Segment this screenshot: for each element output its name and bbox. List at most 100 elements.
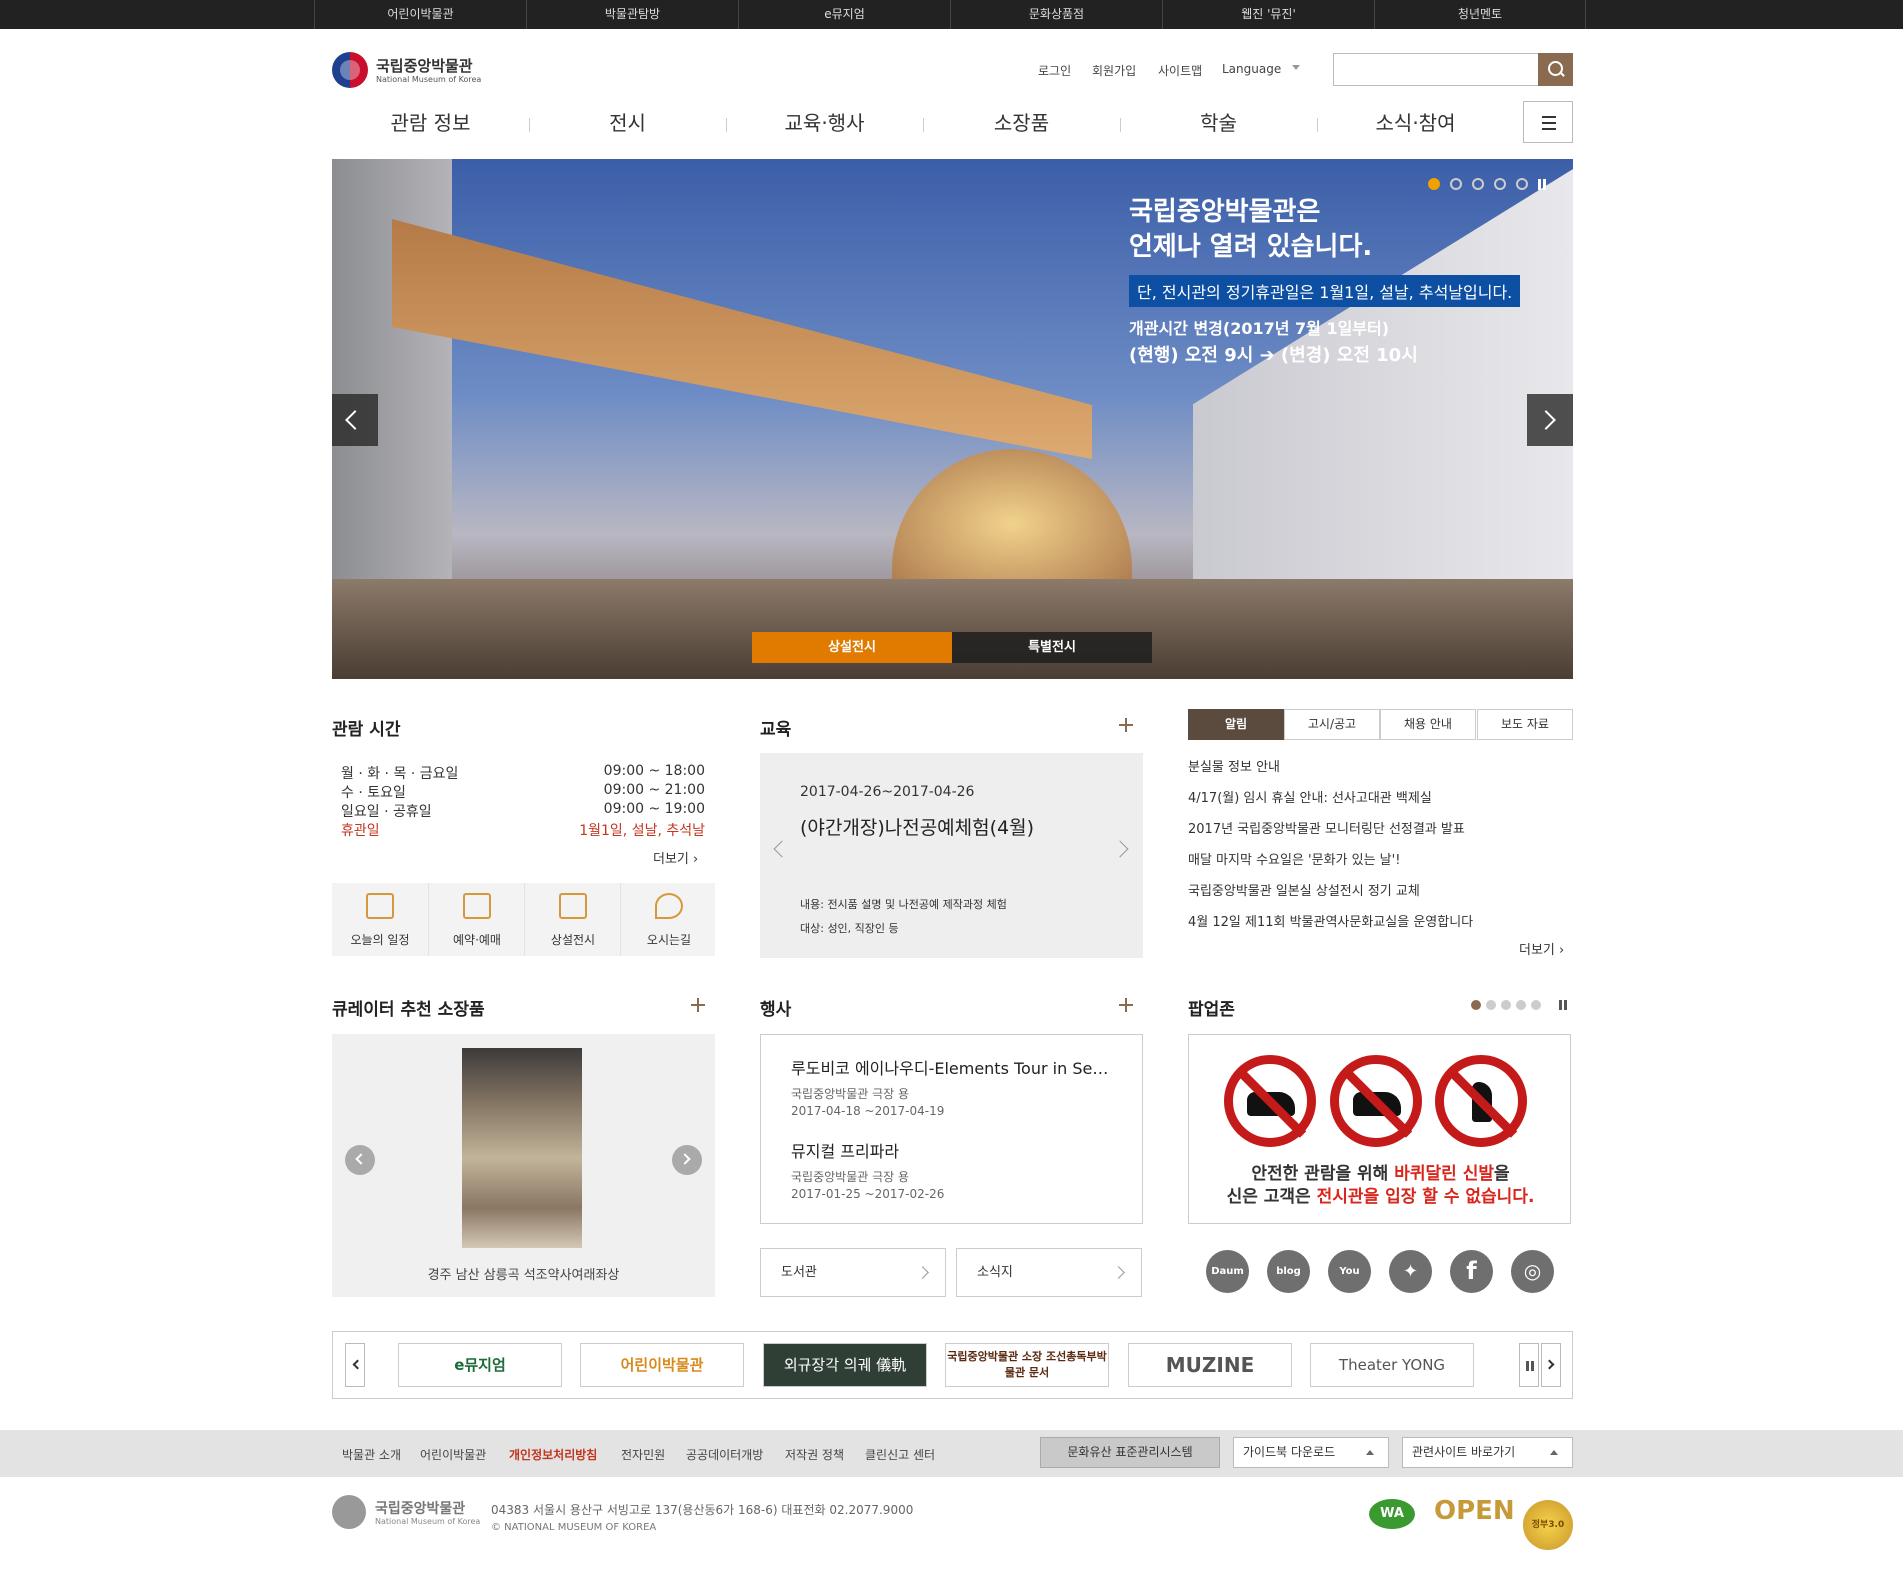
popup-dot[interactable] (1501, 1000, 1511, 1010)
skate-shape (1353, 1092, 1401, 1116)
quick-directions[interactable]: 오시는길 (620, 883, 716, 956)
link-label: 소식지 (977, 1265, 1013, 1280)
instagram-icon[interactable]: ◎ (1511, 1250, 1554, 1293)
events-more-icon[interactable] (1119, 998, 1133, 1012)
nav-visit-info[interactable]: 관람 정보 (332, 101, 529, 145)
notice-item[interactable]: 매달 마지막 수요일은 '문화가 있는 날'! (1188, 849, 1573, 880)
notice-item[interactable]: 4/17(월) 임시 휴실 안내: 선사고대관 백제실 (1188, 787, 1573, 818)
banner-muzine[interactable]: MUZINE (1128, 1343, 1292, 1387)
footer-link-about[interactable]: 박물관 소개 (342, 1446, 401, 1463)
tab-notice[interactable]: 알림 (1188, 709, 1284, 740)
nav-collection[interactable]: 소장품 (923, 101, 1120, 145)
daum-blog-icon[interactable]: Daum (1206, 1250, 1249, 1293)
slide-dot[interactable] (1516, 178, 1528, 190)
quick-today-schedule[interactable]: 오늘의 일정 (332, 883, 428, 956)
heritage-system-button[interactable]: 문화유산 표준관리시스템 (1040, 1437, 1220, 1468)
notice-more-link[interactable]: 더보기 › (1519, 939, 1564, 958)
footer-link-clean-report[interactable]: 클린신고 센터 (865, 1446, 935, 1463)
banner-government-documents[interactable]: 국립중앙박물관 소장 조선총독부박물관 문서 (945, 1343, 1109, 1387)
login-link[interactable]: 로그인 (1038, 62, 1071, 79)
footer-link-copyright[interactable]: 저작권 정책 (785, 1446, 844, 1463)
banner-theater-yong[interactable]: Theater YONG (1310, 1343, 1474, 1387)
footer-logo-subtitle: National Museum of Korea (375, 1517, 481, 1526)
curator-next-button[interactable] (672, 1145, 702, 1175)
event-name: 루도비코 에이나우디-Elements Tour in Se… (791, 1059, 1109, 1078)
tab-recruitment[interactable]: 채용 안내 (1380, 709, 1476, 740)
chevron-down-icon (1292, 65, 1300, 70)
naver-blog-icon[interactable]: blog (1267, 1250, 1310, 1293)
hero-prev-button[interactable] (332, 394, 378, 446)
event-item[interactable]: 루도비코 에이나우디-Elements Tour in Se… 국립중앙박물관 … (791, 1055, 1121, 1118)
notice-item[interactable]: 분실물 정보 안내 (1188, 756, 1573, 787)
signup-link[interactable]: 회원가입 (1092, 62, 1136, 79)
notice-item[interactable]: 국립중앙박물관 일본실 상설전시 정기 교체 (1188, 880, 1573, 911)
facebook-icon[interactable]: f (1450, 1250, 1493, 1293)
topbar-link-museum-tour[interactable]: 박물관탐방 (526, 0, 738, 29)
chevron-right-icon[interactable] (1111, 840, 1129, 858)
education-card[interactable]: 2017-04-26~2017-04-26 (야간개장)나전공예체험(4월) 내… (760, 753, 1143, 958)
slide-dot[interactable] (1472, 178, 1484, 190)
search-input[interactable] (1333, 53, 1539, 86)
event-item[interactable]: 뮤지컬 프리파라 국립중앙박물관 극장 용 2017-01-25 ~2017-0… (791, 1138, 1121, 1201)
banner-emuseum[interactable]: e뮤지엄 (398, 1343, 562, 1387)
hamburger-icon-bar (1542, 122, 1556, 124)
banners-pause-button[interactable] (1519, 1343, 1539, 1387)
open-mark: OPEN (1434, 1496, 1515, 1526)
slide-dot[interactable] (1494, 178, 1506, 190)
footer-link-kids[interactable]: 어린이박물관 (420, 1446, 486, 1463)
twitter-icon[interactable]: ✦ (1389, 1250, 1432, 1293)
nav-research[interactable]: 학술 (1120, 101, 1317, 145)
popup-dot[interactable] (1471, 1000, 1481, 1010)
education-name: (야간개장)나전공예체험(4월) (800, 817, 1035, 839)
education-more-icon[interactable] (1119, 718, 1133, 732)
hero-next-button[interactable] (1527, 394, 1573, 446)
chevron-left-icon[interactable] (773, 840, 791, 858)
quick-reservation[interactable]: 예약·예매 (428, 883, 524, 956)
topbar-link-youth-mentor[interactable]: 청년멘토 (1374, 0, 1586, 29)
tab-announcement[interactable]: 고시/공고 (1284, 709, 1380, 740)
footer-link-civil[interactable]: 전자민원 (621, 1446, 665, 1463)
language-select[interactable]: Language (1222, 62, 1281, 76)
popup-dot[interactable] (1486, 1000, 1496, 1010)
search-button[interactable] (1538, 53, 1573, 86)
tab-special-exhibition[interactable]: 특별전시 (952, 632, 1152, 663)
slide-dot[interactable] (1450, 178, 1462, 190)
popup-dot[interactable] (1516, 1000, 1526, 1010)
nav-education-events[interactable]: 교육·행사 (726, 101, 923, 145)
notice-item[interactable]: 2017년 국립중앙박물관 모니터링단 선정결과 발표 (1188, 818, 1573, 849)
nav-exhibition[interactable]: 전시 (529, 101, 726, 145)
notice-item[interactable]: 4월 12일 제11회 박물관역사문화교실을 운영합니다 (1188, 911, 1573, 942)
footer-link-opendata[interactable]: 공공데이터개방 (686, 1446, 763, 1463)
tab-permanent-exhibition[interactable]: 상설전시 (752, 632, 952, 663)
guidebook-select[interactable]: 가이드북 다운로드 (1233, 1437, 1389, 1468)
slide-dot[interactable] (1428, 178, 1440, 190)
related-sites-select[interactable]: 관련사이트 바로가기 (1402, 1437, 1573, 1468)
section-title-popup: 팝업존 (1188, 1000, 1235, 1020)
banners-next-button[interactable] (1541, 1343, 1561, 1387)
all-menu-button[interactable] (1523, 101, 1573, 143)
popup-dot[interactable] (1531, 1000, 1541, 1010)
curator-more-icon[interactable] (691, 998, 705, 1012)
curator-pick[interactable]: 경주 남산 삼릉곡 석조약사여래좌상 (332, 1034, 715, 1297)
hours-more-link[interactable]: 더보기 › (653, 848, 698, 867)
banner-uigwe[interactable]: 외규장각 의궤 儀軌 (763, 1343, 927, 1387)
banner-kids-museum[interactable]: 어린이박물관 (580, 1343, 744, 1387)
quick-permanent-exhibition[interactable]: 상설전시 (524, 883, 620, 956)
curator-prev-button[interactable] (345, 1145, 375, 1175)
youtube-icon[interactable]: You (1328, 1250, 1371, 1293)
popup-banner[interactable]: 안전한 관람을 위해 바퀴달린 신발을 신은 고객은 전시관을 입장 할 수 없… (1188, 1034, 1571, 1224)
nav-news-participation[interactable]: 소식·참여 (1317, 101, 1514, 145)
library-link[interactable]: 도서관 (760, 1248, 946, 1297)
tab-press[interactable]: 보도 자료 (1477, 709, 1573, 740)
notice-list: 분실물 정보 안내 4/17(월) 임시 휴실 안내: 선사고대관 백제실 20… (1188, 756, 1573, 942)
footer-link-privacy[interactable]: 개인정보처리방침 (509, 1446, 597, 1463)
logo-subtitle: National Museum of Korea (376, 75, 482, 84)
newsletter-link[interactable]: 소식지 (956, 1248, 1142, 1297)
banners-prev-button[interactable] (345, 1343, 365, 1387)
topbar-link-emuseum[interactable]: e뮤지엄 (738, 0, 950, 29)
curator-caption: 경주 남산 삼릉곡 석조약사여래좌상 (427, 1268, 620, 1283)
sitemap-link[interactable]: 사이트맵 (1158, 62, 1202, 79)
topbar-link-kids-museum[interactable]: 어린이박물관 (314, 0, 526, 29)
topbar-link-shop[interactable]: 문화상품점 (950, 0, 1162, 29)
topbar-link-webzine[interactable]: 웹진 '뮤진' (1162, 0, 1374, 29)
